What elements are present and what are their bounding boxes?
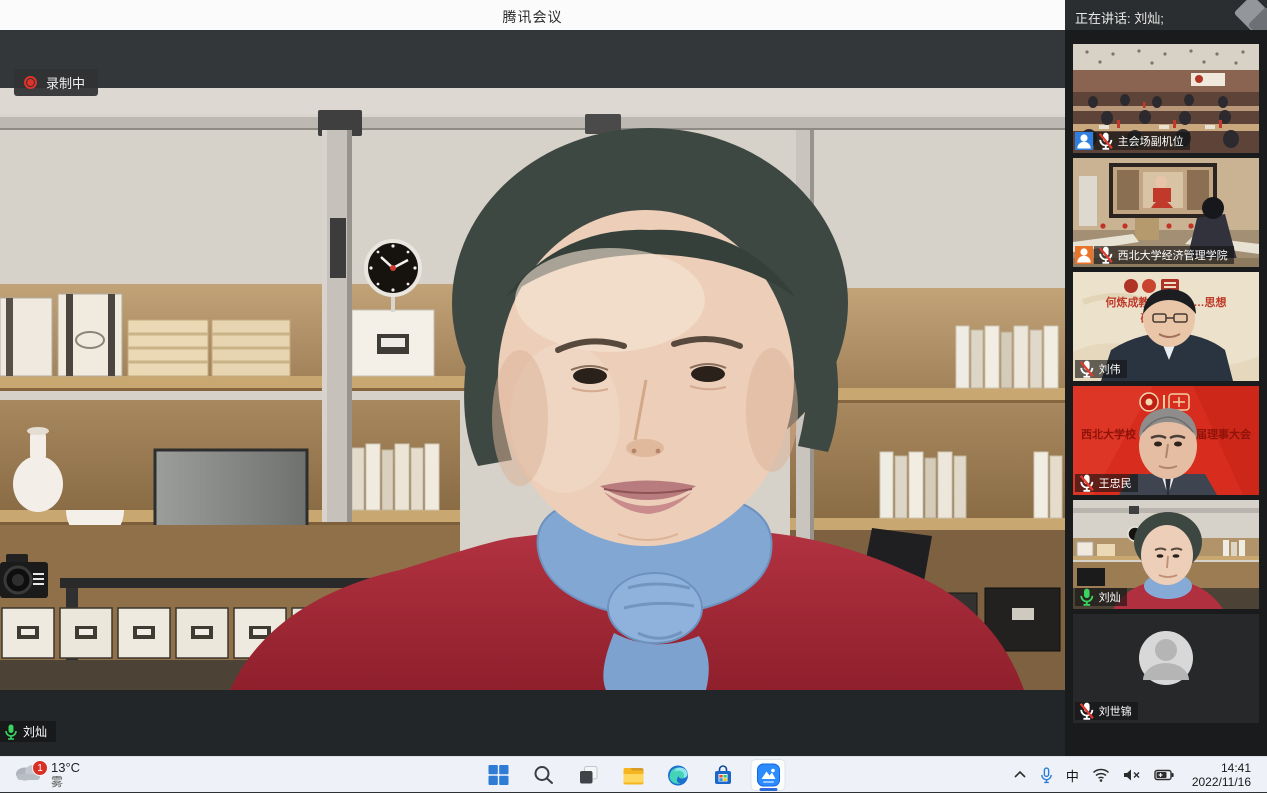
window-title: 腾讯会议: [0, 7, 1065, 27]
participant-tile-nwu-school[interactable]: 西北大学经济管理学院: [1073, 158, 1259, 267]
participant-tile-liuwei[interactable]: 何炼成教授治学……思想 研 讨: [1073, 272, 1259, 381]
task-view-icon: [577, 764, 599, 786]
notification-badge: 1: [32, 760, 48, 776]
volume-muted-icon[interactable]: [1123, 768, 1141, 782]
participant-tile-wangzhongmin[interactable]: 西北大学校 届理事大会: [1073, 386, 1259, 495]
record-icon: [24, 76, 37, 89]
participant-name: 刘伟: [1099, 361, 1121, 377]
tray-date: 2022/11/16: [1192, 775, 1251, 789]
thumb-label: 刘伟: [1075, 360, 1127, 378]
active-app-indicator: [759, 788, 777, 791]
main-stage: 录制中 刘灿: [0, 30, 1065, 756]
windows-start-icon: [487, 764, 509, 786]
participant-tile-main-hall[interactable]: 主会场副机位: [1073, 44, 1259, 153]
battery-charging-icon[interactable]: [1154, 768, 1175, 782]
chevron-up-icon[interactable]: [1013, 768, 1027, 782]
windows-taskbar: 1 13°C 雾: [0, 756, 1267, 792]
main-video-scene: [0, 88, 1065, 690]
mic-on-icon: [4, 724, 18, 740]
thumb-label: 王忠民: [1075, 474, 1138, 492]
search-icon: [532, 764, 554, 786]
participant-name: 刘世锦: [1099, 703, 1132, 719]
participant-name: 王忠民: [1099, 475, 1132, 491]
thumb-label: 西北大学经济管理学院: [1075, 246, 1234, 264]
weather-temperature: 13°C: [51, 761, 80, 775]
thumb-label: 刘灿: [1075, 588, 1127, 606]
participant-name: 西北大学经济管理学院: [1118, 247, 1228, 263]
svg-text:届理事大会: 届理事大会: [1196, 427, 1252, 441]
file-explorer-icon: [621, 764, 645, 786]
participant-tile-liucan-self[interactable]: 刘灿: [1073, 500, 1259, 609]
search-button[interactable]: [521, 757, 566, 793]
participants-sidebar: 正在讲话: 刘灿;: [1065, 0, 1267, 756]
svg-text:西北大学校: 西北大学校: [1081, 427, 1137, 441]
clock-block[interactable]: 14:41 2022/11/16: [1192, 761, 1251, 789]
person-badge-icon: [1075, 246, 1093, 264]
video-letterbox: [0, 690, 1065, 756]
recording-label: 录制中: [46, 73, 85, 92]
tencent-meeting-button[interactable]: [746, 757, 791, 793]
edge-button[interactable]: [656, 757, 701, 793]
tencent-meeting-icon: [756, 763, 780, 787]
microsoft-store-icon: [712, 764, 735, 787]
tray-time: 14:41: [1192, 761, 1251, 775]
stage-speaker-name: 刘灿: [23, 723, 47, 740]
stage-nametag: 刘灿: [0, 721, 56, 742]
speaking-banner: 正在讲话: 刘灿;: [1075, 8, 1164, 27]
main-video[interactable]: [0, 88, 1065, 690]
recording-badge[interactable]: 录制中: [14, 69, 98, 96]
participant-name: 刘灿: [1099, 589, 1121, 605]
participant-name: 主会场副机位: [1118, 133, 1184, 149]
corner-diamond-logo: [1233, 0, 1267, 30]
task-view-button[interactable]: [566, 757, 611, 793]
thumb-label: 刘世锦: [1075, 702, 1138, 720]
mic-muted-icon: [1098, 132, 1114, 150]
mic-muted-icon: [1079, 474, 1095, 492]
participant-tile-liushijin[interactable]: 刘世锦: [1073, 614, 1259, 723]
mic-muted-icon: [1098, 246, 1114, 264]
edge-icon: [667, 764, 690, 787]
file-explorer-button[interactable]: [611, 757, 656, 793]
thumbnail-list: 主会场副机位: [1073, 44, 1259, 723]
start-button[interactable]: [476, 757, 521, 793]
mic-muted-icon: [1079, 360, 1095, 378]
mic-on-icon: [1079, 588, 1095, 606]
person-badge-icon: [1075, 132, 1093, 150]
weather-widget[interactable]: 1 13°C 雾: [12, 758, 80, 789]
taskbar-app-icons: [476, 757, 791, 793]
ime-indicator[interactable]: 中: [1066, 766, 1079, 785]
wifi-icon[interactable]: [1092, 768, 1110, 782]
mic-muted-icon: [1079, 702, 1095, 720]
thumb-label: 主会场副机位: [1075, 132, 1190, 150]
microphone-tray-icon[interactable]: [1040, 767, 1053, 784]
weather-condition: 雾: [51, 775, 80, 789]
microsoft-store-button[interactable]: [701, 757, 746, 793]
system-tray: 中 14:41 2022/11/16: [1013, 757, 1251, 793]
